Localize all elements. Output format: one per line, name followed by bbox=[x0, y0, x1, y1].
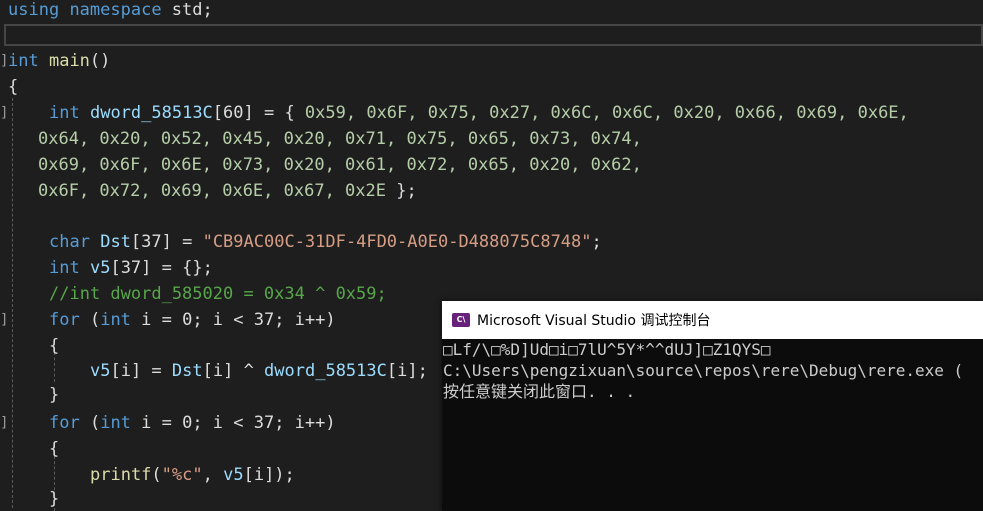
for1-body: i = 0; i < 37; i++) bbox=[130, 310, 336, 330]
identifier-dword: dword_58513C bbox=[264, 361, 387, 381]
dst-string: "CB9AC00C-31DF-4FD0-A0E0-D488075C8748" bbox=[202, 232, 592, 252]
console-line-exit-path: C:\Users\pengzixuan\source\repos\rere\De… bbox=[443, 361, 964, 380]
code-line-for1: for (int i = 0; i < 37; i++) bbox=[49, 308, 336, 332]
collapse-marker[interactable]: ] bbox=[0, 416, 8, 430]
dword-bracket: [60] = { bbox=[212, 103, 305, 123]
printf-format: "%c" bbox=[161, 465, 203, 485]
code-line-dword-row3: 0x69, 0x6F, 0x6E, 0x73, 0x20, 0x61, 0x72… bbox=[38, 153, 642, 177]
keyword-int: int bbox=[100, 310, 131, 330]
comment-text: //int dword_585020 = 0x34 ^ 0x59; bbox=[49, 284, 387, 304]
identifier-dword: dword_58513C bbox=[89, 103, 213, 123]
for2-open: ( bbox=[79, 413, 101, 433]
code-line-brace-close3: } bbox=[49, 487, 59, 511]
brace: } bbox=[49, 385, 60, 405]
code-line-printf: printf("%c", v5[i]); bbox=[90, 463, 295, 487]
code-line-using: using namespace std; bbox=[8, 0, 213, 22]
collapse-marker[interactable]: ] bbox=[0, 106, 8, 120]
code-line-dst-decl: char Dst[37] = "CB9AC00C-31DF-4FD0-A0E0-… bbox=[49, 230, 602, 254]
dword-values-row3: 0x69, 0x6F, 0x6E, 0x73, 0x20, 0x61, 0x72… bbox=[38, 155, 642, 175]
console-line-press-key: 按任意键关闭此窗口. . . bbox=[443, 382, 636, 401]
printf-comma: , bbox=[202, 465, 224, 485]
keyword-int: int bbox=[49, 103, 80, 123]
using-rest: std; bbox=[161, 0, 213, 20]
debug-console-window[interactable]: C\ Microsoft Visual Studio 调试控制台 □Lf/\□%… bbox=[442, 301, 983, 511]
identifier-v5: v5 bbox=[89, 258, 111, 278]
collapse-marker[interactable]: ] bbox=[0, 54, 8, 68]
code-line-dword-row2: 0x64, 0x20, 0x52, 0x45, 0x20, 0x71, 0x75… bbox=[38, 127, 642, 151]
code-line-assign: v5[i] = Dst[i] ^ dword_58513C[i]; bbox=[90, 359, 428, 383]
console-titlebar[interactable]: C\ Microsoft Visual Studio 调试控制台 bbox=[442, 301, 983, 339]
vs-ide-window: using namespace std; ] int main() { ] in… bbox=[0, 0, 983, 511]
brace: } bbox=[49, 489, 60, 509]
assign-idx1: [i] = bbox=[110, 361, 172, 381]
dword-values-row1: 0x59, 0x6F, 0x75, 0x27, 0x6C, 0x6C, 0x20… bbox=[304, 103, 909, 123]
console-line-output: □Lf/\□%D]Ud□i□7lU^5Y*^^dUJ]□Z1QYS□ bbox=[443, 340, 771, 359]
code-line-for2: for (int i = 0; i < 37; i++) bbox=[49, 411, 336, 435]
dword-values-row4: 0x6F, 0x72, 0x69, 0x6E, 0x67, 0x2E bbox=[38, 181, 386, 201]
brace: { bbox=[8, 77, 19, 97]
dword-values-row2: 0x64, 0x20, 0x52, 0x45, 0x20, 0x71, 0x75… bbox=[38, 129, 642, 149]
code-line-dword-row4: 0x6F, 0x72, 0x69, 0x6E, 0x67, 0x2E }; bbox=[38, 179, 417, 203]
visual-studio-console-icon: C\ bbox=[452, 313, 470, 327]
dword-close: }; bbox=[386, 181, 417, 201]
function-main: main bbox=[48, 51, 90, 71]
dst-mid: [37] = bbox=[130, 232, 203, 252]
for2-body: i = 0; i < 37; i++) bbox=[130, 413, 336, 433]
code-line-comment: //int dword_585020 = 0x34 ^ 0x59; bbox=[49, 282, 387, 306]
keyword-int: int bbox=[49, 258, 80, 278]
collapse-marker[interactable]: ] bbox=[0, 313, 8, 327]
keyword-for: for bbox=[49, 310, 80, 330]
code-line-v5-decl: int v5[37] = {}; bbox=[49, 256, 213, 280]
dst-semicolon: ; bbox=[591, 232, 602, 252]
identifier-dst: Dst bbox=[171, 361, 203, 381]
identifier-v5: v5 bbox=[223, 465, 244, 485]
code-line-brace-close2: } bbox=[49, 383, 59, 407]
printf-open: ( bbox=[151, 465, 162, 485]
code-line-brace-open2: { bbox=[49, 334, 59, 358]
code-line-open-brace: { bbox=[8, 75, 18, 99]
main-parens: () bbox=[89, 51, 111, 71]
identifier-v5: v5 bbox=[90, 361, 111, 381]
current-line-highlight bbox=[4, 24, 983, 46]
identifier-dst: Dst bbox=[100, 232, 131, 252]
keyword-char: char bbox=[49, 232, 90, 252]
brace: { bbox=[49, 439, 60, 459]
console-output[interactable]: □Lf/\□%D]Ud□i□7lU^5Y*^^dUJ]□Z1QYS□ C:\Us… bbox=[442, 339, 983, 511]
printf-end: [i]); bbox=[243, 465, 295, 485]
brace: { bbox=[49, 336, 60, 356]
code-line-dword-decl: int dword_58513C[60] = { 0x59, 0x6F, 0x7… bbox=[49, 101, 909, 125]
assign-idx2: [i] ^ bbox=[202, 361, 265, 381]
code-line-brace-open3: { bbox=[49, 437, 59, 461]
keyword-namespace: namespace bbox=[69, 0, 162, 20]
keyword-int: int bbox=[100, 413, 131, 433]
keyword-using: using bbox=[8, 0, 60, 20]
keyword-for: for bbox=[49, 413, 80, 433]
code-line-main: int main() bbox=[8, 49, 110, 73]
indent-guide bbox=[12, 98, 13, 508]
for1-open: ( bbox=[79, 310, 101, 330]
keyword-int: int bbox=[8, 51, 39, 71]
function-printf: printf bbox=[90, 465, 152, 485]
v5-rest: [37] = {}; bbox=[110, 258, 213, 278]
console-title: Microsoft Visual Studio 调试控制台 bbox=[477, 313, 711, 329]
assign-idx3: [i]; bbox=[386, 361, 428, 381]
